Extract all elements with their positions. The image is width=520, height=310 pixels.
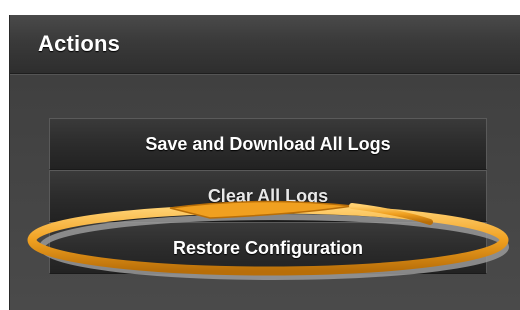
restore-configuration-button[interactable]: Restore Configuration [49,222,487,274]
clear-logs-button[interactable]: Clear All Logs [49,170,487,222]
screenshot-frame: Actions Save and Download All Logs Clear… [0,0,520,310]
panel-header: Actions [10,15,520,74]
panel-title: Actions [38,31,121,56]
save-download-logs-button[interactable]: Save and Download All Logs [49,118,487,170]
action-button-group: Save and Download All Logs Clear All Log… [49,118,487,274]
